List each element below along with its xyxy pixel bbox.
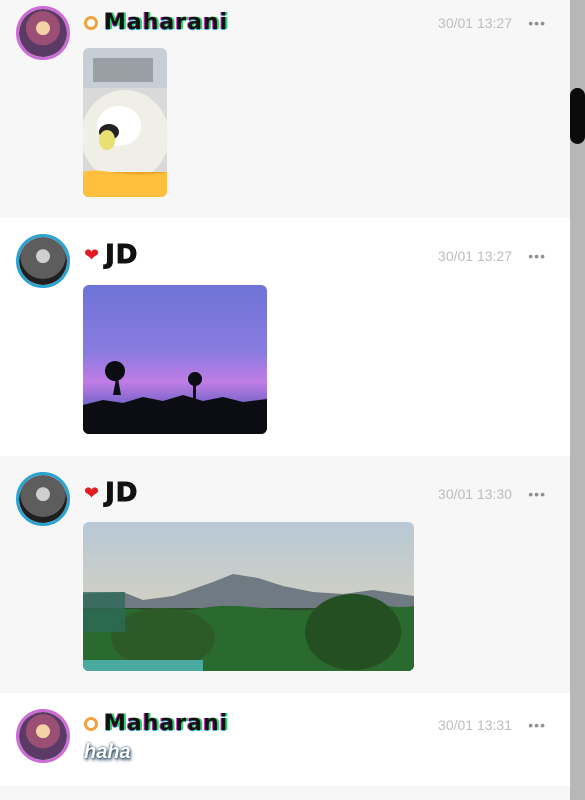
more-options-icon[interactable]: ••• — [528, 486, 546, 502]
message-item[interactable]: ❤ JD 30/01 13:30 ••• — [0, 456, 570, 693]
avatar[interactable] — [16, 709, 70, 763]
message-item[interactable]: Maharani 30/01 13:31 ••• haha — [0, 693, 570, 786]
timestamp: 30/01 13:27 — [438, 248, 512, 264]
heart-icon: ❤ — [84, 483, 100, 503]
timestamp: 30/01 13:31 — [438, 717, 512, 733]
more-options-icon[interactable]: ••• — [528, 15, 546, 31]
image-attachment[interactable] — [83, 285, 267, 434]
dog-photo-image — [83, 48, 167, 197]
orange-ring-badge-icon — [84, 717, 98, 731]
message-item[interactable]: ❤ JD 30/01 13:27 ••• — [0, 218, 570, 456]
landscape-photo-image — [83, 522, 414, 671]
timestamp: 30/01 13:27 — [438, 15, 512, 31]
orange-ring-badge-icon — [84, 16, 98, 30]
image-attachment[interactable] — [83, 48, 167, 197]
author-name[interactable]: Maharani — [104, 713, 228, 735]
author-name[interactable]: JD — [105, 480, 138, 507]
chat-feed[interactable]: Maharani 30/01 13:27 ••• ❤ JD 30/01 13:2… — [0, 0, 570, 800]
avatar[interactable] — [16, 234, 70, 288]
message-text[interactable]: haha — [84, 741, 131, 764]
more-options-icon[interactable]: ••• — [528, 248, 546, 264]
author-name[interactable]: JD — [105, 242, 138, 269]
timestamp: 30/01 13:30 — [438, 486, 512, 502]
image-attachment[interactable] — [83, 522, 414, 671]
message-item[interactable]: Maharani 30/01 13:27 ••• — [0, 0, 570, 218]
scrollbar-thumb[interactable] — [570, 88, 585, 144]
avatar[interactable] — [16, 472, 70, 526]
avatar[interactable] — [16, 6, 70, 60]
heart-icon: ❤ — [84, 245, 100, 265]
author-name[interactable]: Maharani — [104, 12, 228, 34]
more-options-icon[interactable]: ••• — [528, 717, 546, 733]
sunset-photo-image — [83, 285, 267, 434]
